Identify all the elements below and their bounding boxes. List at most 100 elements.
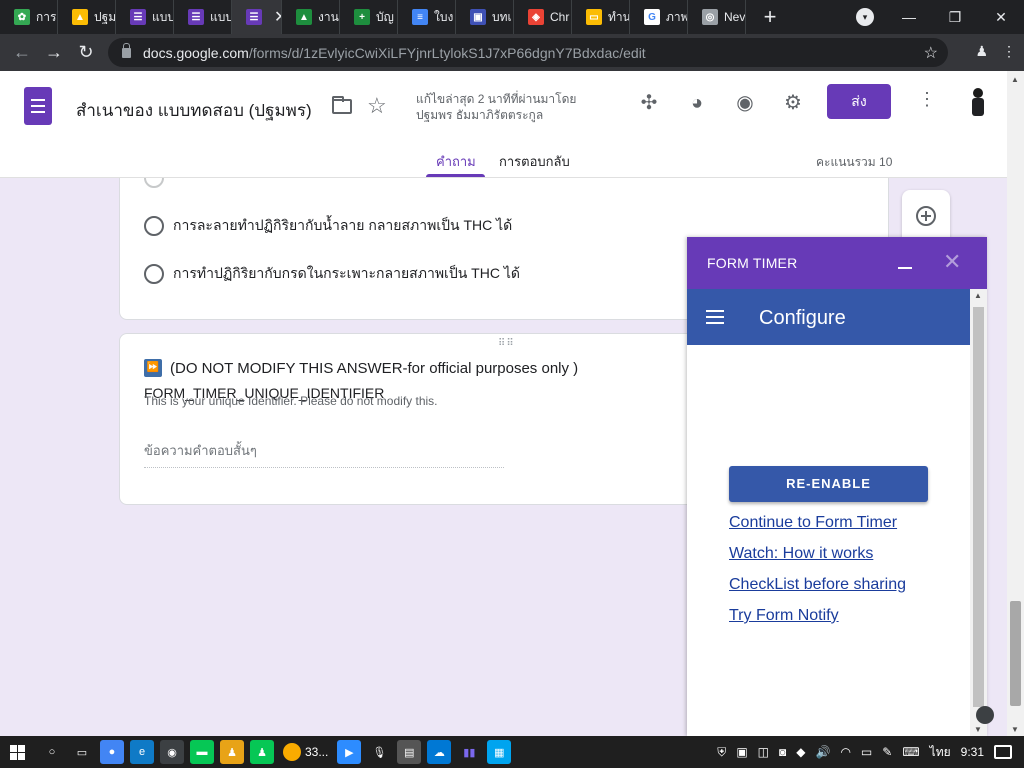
new-tab-button[interactable]: +	[756, 4, 784, 30]
wifi-icon[interactable]: ◠	[840, 745, 850, 759]
presentation-icon[interactable]: ▤	[397, 740, 422, 764]
microphone-icon[interactable]: 🎙	[367, 740, 391, 764]
window-controls: — ❐ ✕	[886, 0, 1024, 34]
browser-tab[interactable]: ▲ ปฐม	[58, 0, 116, 34]
radio-button[interactable]	[144, 178, 164, 188]
continue-to-form-timer-link[interactable]: Continue to Form Timer	[729, 514, 897, 532]
page-scrollbar-thumb[interactable]	[1010, 601, 1021, 706]
radio-option-clipped[interactable]	[144, 178, 173, 188]
scroll-down-arrow-icon[interactable]: ▼	[1011, 725, 1019, 734]
tab-questions[interactable]: คำถาม	[436, 151, 476, 172]
battery-icon[interactable]: ▭	[861, 745, 872, 759]
tab-responses[interactable]: การตอบกลับ	[499, 151, 570, 172]
drag-handle-icon[interactable]: ⠿⠿	[498, 339, 514, 349]
audio-bars-icon[interactable]: ▮▮	[457, 740, 481, 764]
browser-tab[interactable]: ▭ ทำน	[572, 0, 630, 34]
more-options-icon[interactable]: ⋮	[918, 89, 936, 110]
radio-button[interactable]	[144, 216, 164, 236]
chrome-active-app-icon[interactable]: ◉	[160, 740, 184, 764]
zoom-app-icon[interactable]: ▶	[337, 740, 362, 764]
browser-tab[interactable]: G ภาพ	[630, 0, 688, 34]
tab-favicon-icon: ◎	[702, 9, 718, 25]
tab-label: Nev	[724, 10, 746, 24]
watch-how-it-works-link[interactable]: Watch: How it works	[729, 545, 873, 563]
task-view-icon[interactable]: ▭	[70, 740, 94, 764]
monitor-icon[interactable]: ▣	[736, 745, 747, 759]
reload-button[interactable]: ↻	[70, 42, 102, 63]
panel-scroll-down-icon[interactable]: ▼	[974, 725, 982, 734]
browser-tab[interactable]: ◎ Nev	[688, 0, 746, 34]
browser-tab[interactable]: + บัญ	[340, 0, 398, 34]
line-app-icon[interactable]: ▬	[190, 740, 214, 764]
settings-gear-icon[interactable]: ⚙	[781, 91, 805, 115]
google-forms-logo-icon[interactable]	[24, 87, 52, 125]
browser-tab[interactable]: ◈ Chr	[514, 0, 572, 34]
chrome-app-icon[interactable]: ●	[100, 740, 124, 764]
document-title[interactable]: สำเนาของ แบบทดสอบ (ปฐมพร)	[76, 97, 312, 124]
edge-app-icon[interactable]: e	[130, 740, 154, 764]
panel-scroll-up-icon[interactable]: ▲	[974, 291, 982, 300]
back-button[interactable]: ←	[6, 42, 38, 63]
page-scrollbar[interactable]: ▲ ▼	[1007, 71, 1024, 736]
close-tab-icon[interactable]: ✕	[274, 7, 281, 27]
people-app-icon[interactable]: ♟	[220, 740, 244, 764]
avatar[interactable]	[966, 86, 990, 118]
tab-search-icon[interactable]: ▾	[856, 8, 874, 26]
radio-option-1[interactable]: การละลายทำปฏิกิริยากับน้ำลาย กลายสภาพเป็…	[144, 215, 512, 237]
scroll-up-arrow-icon[interactable]: ▲	[1011, 75, 1019, 84]
checklist-before-sharing-link[interactable]: CheckList before sharing	[729, 576, 906, 594]
last-edit-info[interactable]: แก้ไขล่าสุด 2 นาทีที่ผ่านมาโดย ปฐมพร ธัม…	[416, 91, 596, 123]
notification-icon[interactable]	[994, 745, 1012, 759]
app-tile-icon[interactable]: ▦	[487, 740, 512, 764]
browser-tab[interactable]: ▲ งาน	[282, 0, 340, 34]
preview-eye-icon[interactable]: ◉	[733, 91, 757, 115]
folder-icon[interactable]	[332, 96, 352, 114]
try-form-notify-link[interactable]: Try Form Notify	[729, 607, 839, 625]
browser-tab[interactable]: ≡ ใบง	[398, 0, 456, 34]
weather-widget[interactable]: 33...	[283, 743, 328, 761]
hamburger-menu-icon[interactable]	[706, 310, 724, 324]
browser-tab[interactable]: ☰ แบบ	[116, 0, 174, 34]
shield-icon[interactable]: ⛨	[717, 745, 726, 760]
profile-extension-icon[interactable]: ♟	[975, 43, 988, 60]
forward-button[interactable]: →	[38, 42, 70, 63]
browser-tab[interactable]: ▣ บทเ	[456, 0, 514, 34]
language-indicator[interactable]: ไทย	[930, 743, 951, 762]
volume-icon[interactable]: 🔊	[815, 745, 830, 759]
radio-button[interactable]	[144, 264, 164, 284]
minimize-window-button[interactable]: —	[886, 9, 932, 25]
box-icon[interactable]: ◫	[758, 745, 769, 759]
panel-scrollbar-thumb[interactable]	[973, 307, 984, 707]
browser-tab[interactable]: ☰ แบบ	[174, 0, 232, 34]
short-answer-field[interactable]: ข้อความคำตอบสั้นๆ	[144, 440, 504, 468]
tab-label: งาน	[318, 9, 339, 24]
tab-favicon-icon: ✿	[14, 9, 30, 25]
dropbox-icon[interactable]: ◆	[796, 745, 805, 759]
windows-start-icon[interactable]	[10, 744, 25, 760]
keyboard-icon[interactable]: ⌨	[902, 745, 919, 759]
close-window-button[interactable]: ✕	[978, 9, 1024, 26]
clock-time[interactable]: 9:31	[961, 745, 984, 759]
maximize-window-button[interactable]: ❐	[932, 9, 978, 26]
browser-tab[interactable]: ✿ การ	[0, 0, 58, 34]
onedrive-icon[interactable]: ☁	[427, 740, 452, 764]
add-question-icon[interactable]	[916, 206, 936, 226]
bookmark-star-icon[interactable]: ☆	[924, 43, 938, 63]
line-tray-icon[interactable]: ◙	[779, 745, 786, 759]
browser-menu-icon[interactable]: ⋮	[1002, 43, 1016, 60]
palette-icon[interactable]: ◕	[685, 91, 709, 115]
close-panel-icon[interactable]: ✕	[943, 249, 961, 275]
addons-puzzle-icon[interactable]: ✣	[637, 91, 661, 115]
re-enable-button[interactable]: RE-ENABLE	[729, 466, 928, 502]
star-icon[interactable]: ☆	[367, 93, 387, 119]
search-circle-icon[interactable]: ○	[40, 740, 64, 764]
minimize-panel-button[interactable]	[898, 267, 912, 269]
panel-scrollbar[interactable]: ▲ ▼	[970, 289, 987, 736]
pen-icon[interactable]: ✎	[882, 745, 892, 759]
send-button[interactable]: ส่ง	[827, 84, 891, 119]
address-bar[interactable]: docs.google.com/forms/d/1zEvlyicCwiXiLFY…	[108, 38, 948, 67]
line-app-icon-2[interactable]: ♟	[250, 740, 274, 764]
browser-tab[interactable]: ☰✕	[232, 0, 282, 34]
radio-option-2[interactable]: การทำปฏิกิริยากับกรดในกระเพาะกลายสภาพเป็…	[144, 263, 520, 285]
panel-floating-button-icon[interactable]	[976, 706, 994, 724]
